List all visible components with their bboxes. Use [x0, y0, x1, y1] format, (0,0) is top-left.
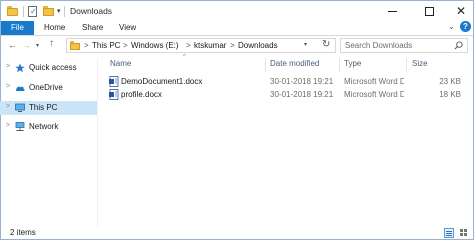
toolbar-divider	[23, 6, 24, 17]
maximize-icon	[424, 6, 434, 16]
sidebar-item-label: OneDrive	[29, 83, 63, 92]
folder-icon	[70, 41, 80, 50]
close-button[interactable]: ✕	[448, 2, 474, 20]
help-icon[interactable]: ?	[460, 21, 471, 32]
breadcrumb-windows-e[interactable]: Windows (E:)	[131, 41, 179, 50]
file-name[interactable]: profile.docx	[121, 90, 162, 99]
tab-view[interactable]: View	[119, 21, 136, 35]
large-icons-view-icon[interactable]	[459, 228, 469, 238]
file-type: Microsoft Word D...	[344, 90, 404, 99]
back-button[interactable]: ←	[8, 40, 17, 50]
file-row[interactable]: profile.docx 30-01-2018 19:21 Microsoft …	[105, 89, 467, 101]
column-header-size[interactable]: Size	[412, 59, 428, 68]
refresh-icon[interactable]: ↻	[322, 39, 330, 50]
breadcrumb-separator: >	[84, 41, 89, 50]
sort-indicator-icon: ^	[183, 54, 186, 60]
tab-file[interactable]: File	[1, 21, 34, 35]
file-row[interactable]: DemoDocument1.docx 30-01-2018 19:21 Micr…	[105, 76, 467, 88]
file-name[interactable]: DemoDocument1.docx	[121, 77, 202, 86]
star-icon	[15, 63, 25, 73]
network-icon	[15, 122, 25, 131]
column-divider[interactable]	[406, 58, 407, 72]
search-icon	[454, 41, 463, 50]
customize-toolbar-dropdown[interactable]: ▾	[57, 7, 61, 15]
title-bar: ✓ ▾ Downloads ✕	[1, 1, 473, 21]
sidebar-item-network[interactable]: > Network	[0, 120, 97, 134]
file-date-modified: 30-01-2018 19:21	[270, 77, 334, 86]
cloud-icon	[15, 86, 25, 91]
file-size: 18 KB	[439, 90, 461, 99]
column-header-name[interactable]: Name	[110, 59, 131, 68]
window-title: Downloads	[70, 6, 113, 16]
file-date-modified: 30-01-2018 19:21	[270, 90, 334, 99]
breadcrumb-separator: >	[186, 41, 191, 50]
breadcrumb-separator: >	[230, 41, 235, 50]
column-divider[interactable]	[339, 58, 340, 72]
sidebar-item-label: Quick access	[29, 63, 77, 72]
address-bar[interactable]: > This PC > Windows (E:) > ktskumar > Do…	[66, 38, 336, 53]
address-history-dropdown[interactable]: ▾	[304, 41, 307, 48]
breadcrumb-this-pc[interactable]: This PC	[92, 41, 120, 50]
ribbon-divider	[1, 35, 473, 36]
column-header-type[interactable]: Type	[344, 59, 361, 68]
details-view-icon[interactable]	[444, 228, 454, 238]
sidebar-item-label: This PC	[29, 103, 58, 112]
recent-locations-dropdown[interactable]: ▾	[36, 42, 39, 49]
breadcrumb-ktskumar[interactable]: ktskumar	[194, 41, 226, 50]
minimize-button[interactable]	[379, 2, 405, 20]
column-header-date-modified[interactable]: Date modified	[270, 59, 319, 68]
up-button[interactable]: ↑	[49, 38, 54, 49]
computer-icon	[15, 103, 25, 112]
search-input[interactable]: Search Downloads	[340, 38, 468, 53]
chevron-right-icon[interactable]: >	[6, 63, 10, 70]
file-size: 23 KB	[439, 77, 461, 86]
column-divider[interactable]	[265, 58, 266, 72]
sidebar-item-quick-access[interactable]: > Quick access	[0, 61, 97, 75]
chevron-right-icon[interactable]: >	[6, 103, 10, 110]
properties-icon[interactable]: ✓	[28, 6, 37, 17]
item-count: 2 items	[10, 228, 36, 237]
chevron-right-icon[interactable]: >	[6, 122, 10, 129]
folder-icon[interactable]	[7, 6, 18, 16]
pane-divider[interactable]	[97, 58, 98, 228]
breadcrumb-downloads[interactable]: Downloads	[238, 41, 278, 50]
search-placeholder: Search Downloads	[345, 41, 413, 50]
ribbon-tabs: File Home Share View ⌄ ?	[1, 21, 473, 35]
sidebar-item-label: Network	[29, 122, 59, 131]
minimize-icon	[387, 10, 397, 12]
status-bar: 2 items	[1, 227, 473, 239]
toolbar-divider	[64, 6, 65, 17]
chevron-right-icon[interactable]: >	[6, 83, 10, 90]
forward-button[interactable]: →	[22, 40, 31, 50]
tab-share[interactable]: Share	[82, 21, 103, 35]
word-document-icon	[109, 89, 119, 100]
sidebar-item-onedrive[interactable]: > OneDrive	[0, 81, 97, 95]
new-folder-icon[interactable]	[43, 6, 54, 16]
file-type: Microsoft Word D...	[344, 77, 404, 86]
word-document-icon	[109, 76, 119, 87]
tab-home[interactable]: Home	[44, 21, 65, 35]
breadcrumb-separator: >	[123, 41, 128, 50]
expand-ribbon-icon[interactable]: ⌄	[448, 22, 455, 31]
maximize-button[interactable]	[416, 2, 442, 20]
sidebar-item-this-pc[interactable]: > This PC	[0, 101, 97, 115]
